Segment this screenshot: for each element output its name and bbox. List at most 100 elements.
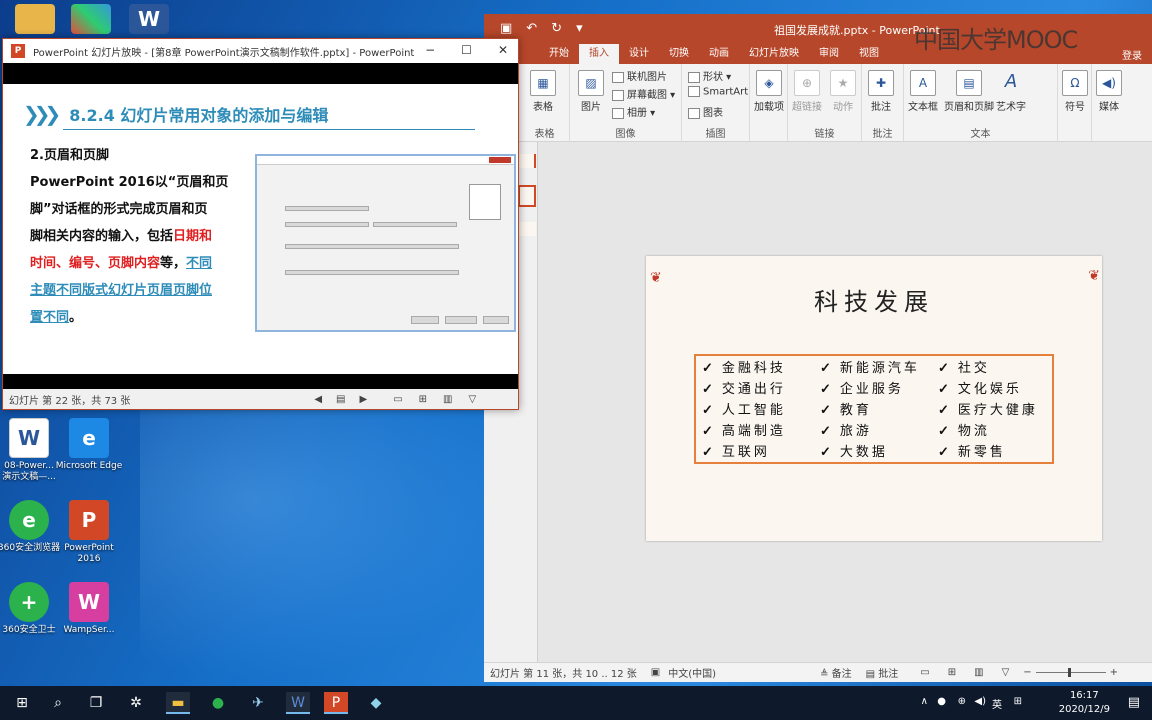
360-browser-taskbar-icon[interactable]: ● [206,692,230,714]
action-icon: ★ [830,70,856,96]
show-hidden-icon[interactable]: ∧ [921,696,928,707]
picture-icon: ▨ [578,70,604,96]
chevron-arrows-icon: ❯❯❯ [23,102,61,126]
symbol-button[interactable]: Ω 符号 [1062,70,1088,113]
teal-app-icon[interactable]: ◆ [364,692,388,714]
tray-app-icon[interactable]: ● [937,696,946,707]
notes-button[interactable]: ≜ 备注 [820,665,852,680]
desktop-icon-wamp[interactable]: W WampSer... [54,582,124,636]
table-button[interactable]: ▦ 表格 [530,70,556,113]
word-taskbar-icon[interactable]: W [286,692,310,714]
slideshow-view-icon-2[interactable]: ▽ [469,394,477,405]
tab-review[interactable]: 审阅 [809,44,849,64]
desktop-icon-powerpoint[interactable]: P PowerPoint 2016 [54,500,124,565]
customize-qat-icon[interactable]: ▾ [576,21,583,36]
current-slide[interactable]: ❦ ❦ 科技发展 ✓ 金融科技 ✓ 新能源汽车 ✓ 社交 ✓ 交通出行 ✓ 企业服务 ✓ 文化娱乐 ✓ 人… [646,256,1102,541]
login-link[interactable]: 登录 [1122,47,1142,62]
undo-icon[interactable]: ↶ [526,21,537,36]
comment-button[interactable]: ✚ 批注 [868,70,894,113]
desktop-icon-edge[interactable]: e Microsoft Edge [54,418,124,472]
thumbnail-prev[interactable] [518,154,536,168]
tab-slideshow[interactable]: 幻灯片放映 [739,44,809,64]
normal-view-icon[interactable]: ▭ [920,667,929,678]
prev-slide-icon[interactable]: ◀ [314,394,322,405]
media-button[interactable]: ◀) 媒体 [1096,70,1122,113]
slide-item: ✓ 物流 [938,424,990,439]
thumbnail-selected[interactable] [518,185,536,207]
language-label[interactable]: 中文(中国) [668,665,716,680]
screenshot-icon [612,89,624,101]
hyperlink-button[interactable]: ⊕ 超链接 [792,70,822,113]
tab-animations[interactable]: 动画 [699,44,739,64]
notification-icon[interactable]: ▤ [1128,695,1140,710]
smartart-button[interactable]: SmartArt [688,86,748,98]
redo-icon[interactable]: ↻ [551,21,562,36]
tab-design[interactable]: 设计 [619,44,659,64]
slide-item: ✓ 金融科技 [702,361,786,376]
desktop-icon-word[interactable]: W [114,4,184,37]
pinwheel-app-icon[interactable]: ✲ [124,692,148,714]
minimize-icon[interactable]: − [425,43,435,57]
tab-transitions[interactable]: 切换 [659,44,699,64]
slideshow-slide-count: 幻灯片 第 22 张，共 73 张 [9,395,131,407]
checkmark-icon: ✓ [702,445,716,460]
slide-heading: ❯❯❯ 8.2.4 幻灯片常用对象的添加与编辑 [23,102,329,126]
checkmark-icon: ✓ [938,382,952,397]
slideshow-slide[interactable]: ❯❯❯ 8.2.4 幻灯片常用对象的添加与编辑 2.页眉和页脚 PowerPoi… [3,84,518,374]
bird-app-icon[interactable]: ✈ [246,692,270,714]
wordart-button[interactable]: A 艺术字 [996,70,1026,113]
shapes-button[interactable]: 形状 ▾ [688,68,731,83]
tab-insert[interactable]: 插入 [579,44,619,64]
slide-item: ✓ 旅游 [820,424,872,439]
quick-access-toolbar: ▣ ↶ ↻ ▾ [484,21,583,36]
ime-mode-icon[interactable]: ⊞ [1014,696,1022,707]
task-view-icon[interactable]: ❐ [84,692,108,714]
menu-icon[interactable]: ▤ [336,394,345,405]
chart-icon [688,107,700,119]
start-icon[interactable]: ⊞ [10,692,34,714]
file-explorer-icon[interactable]: ▬ [166,692,190,714]
slide-item: ✓ 新零售 [938,445,1006,460]
reading-view-icon[interactable]: ▥ [974,667,983,678]
screenshot-button[interactable]: 屏幕截图 ▾ [612,86,675,101]
thumbnail-next[interactable] [518,222,536,236]
smartart-icon [688,86,700,97]
online-pictures-button[interactable]: 联机图片 [612,68,667,83]
sorter-view-icon-2[interactable]: ⊞ [419,394,427,405]
reading-view-icon-2[interactable]: ▥ [443,394,452,405]
volume-icon[interactable]: ◀) [974,696,986,707]
clock[interactable]: 16:17 2020/12/9 [1059,689,1110,717]
tab-view[interactable]: 视图 [849,44,889,64]
slide-content-box[interactable]: ✓ 金融科技 ✓ 新能源汽车 ✓ 社交 ✓ 交通出行 ✓ 企业服务 ✓ 文化娱乐 ✓ 人工智能 ✓ 教育 ✓ 医疗… [694,354,1054,464]
photo-album-button[interactable]: 相册 ▾ [612,104,655,119]
group-symbols: Ω 符号 [1058,64,1092,142]
tab-home[interactable]: 开始 [539,44,579,64]
addins-button[interactable]: ◈ 加载项 [754,70,784,113]
mooc-watermark: 中国大学MOOC [914,26,1078,54]
slideshow-view-icon[interactable]: ▽ [1002,667,1010,678]
close-icon[interactable]: ✕ [498,43,508,57]
normal-view-icon-2[interactable]: ▭ [393,394,402,405]
sorter-view-icon[interactable]: ⊞ [948,667,956,678]
powerpoint-taskbar-icon[interactable]: P [324,692,348,714]
slide-title[interactable]: 科技发展 [646,282,1102,317]
word-doc-icon: W [9,418,49,458]
network-icon[interactable]: ⊕ [958,696,966,707]
ime-indicator[interactable]: 英 [992,696,1002,711]
maximize-icon[interactable]: ☐ [461,43,472,57]
next-slide-icon[interactable]: ▶ [360,394,368,405]
search-icon[interactable]: ⌕ [46,692,70,714]
comments-button[interactable]: ▤ 批注 [866,665,899,680]
save-icon[interactable]: ▣ [500,21,512,36]
checkmark-icon: ✓ [702,382,716,397]
checkmark-icon: ✓ [702,403,716,418]
zoom-slider[interactable] [1035,668,1106,677]
textbox-button[interactable]: A 文本框 [908,70,938,113]
pictures-button[interactable]: ▨ 图片 [578,70,604,113]
zoom-in-icon[interactable]: + [1110,667,1118,678]
zoom-out-icon[interactable]: − [1023,667,1031,678]
header-footer-button[interactable]: ▤ 页眉和页脚 [944,70,994,113]
spellcheck-icon[interactable]: ▣ [651,667,660,678]
chart-button[interactable]: 图表 [688,104,723,119]
action-button[interactable]: ★ 动作 [830,70,856,113]
